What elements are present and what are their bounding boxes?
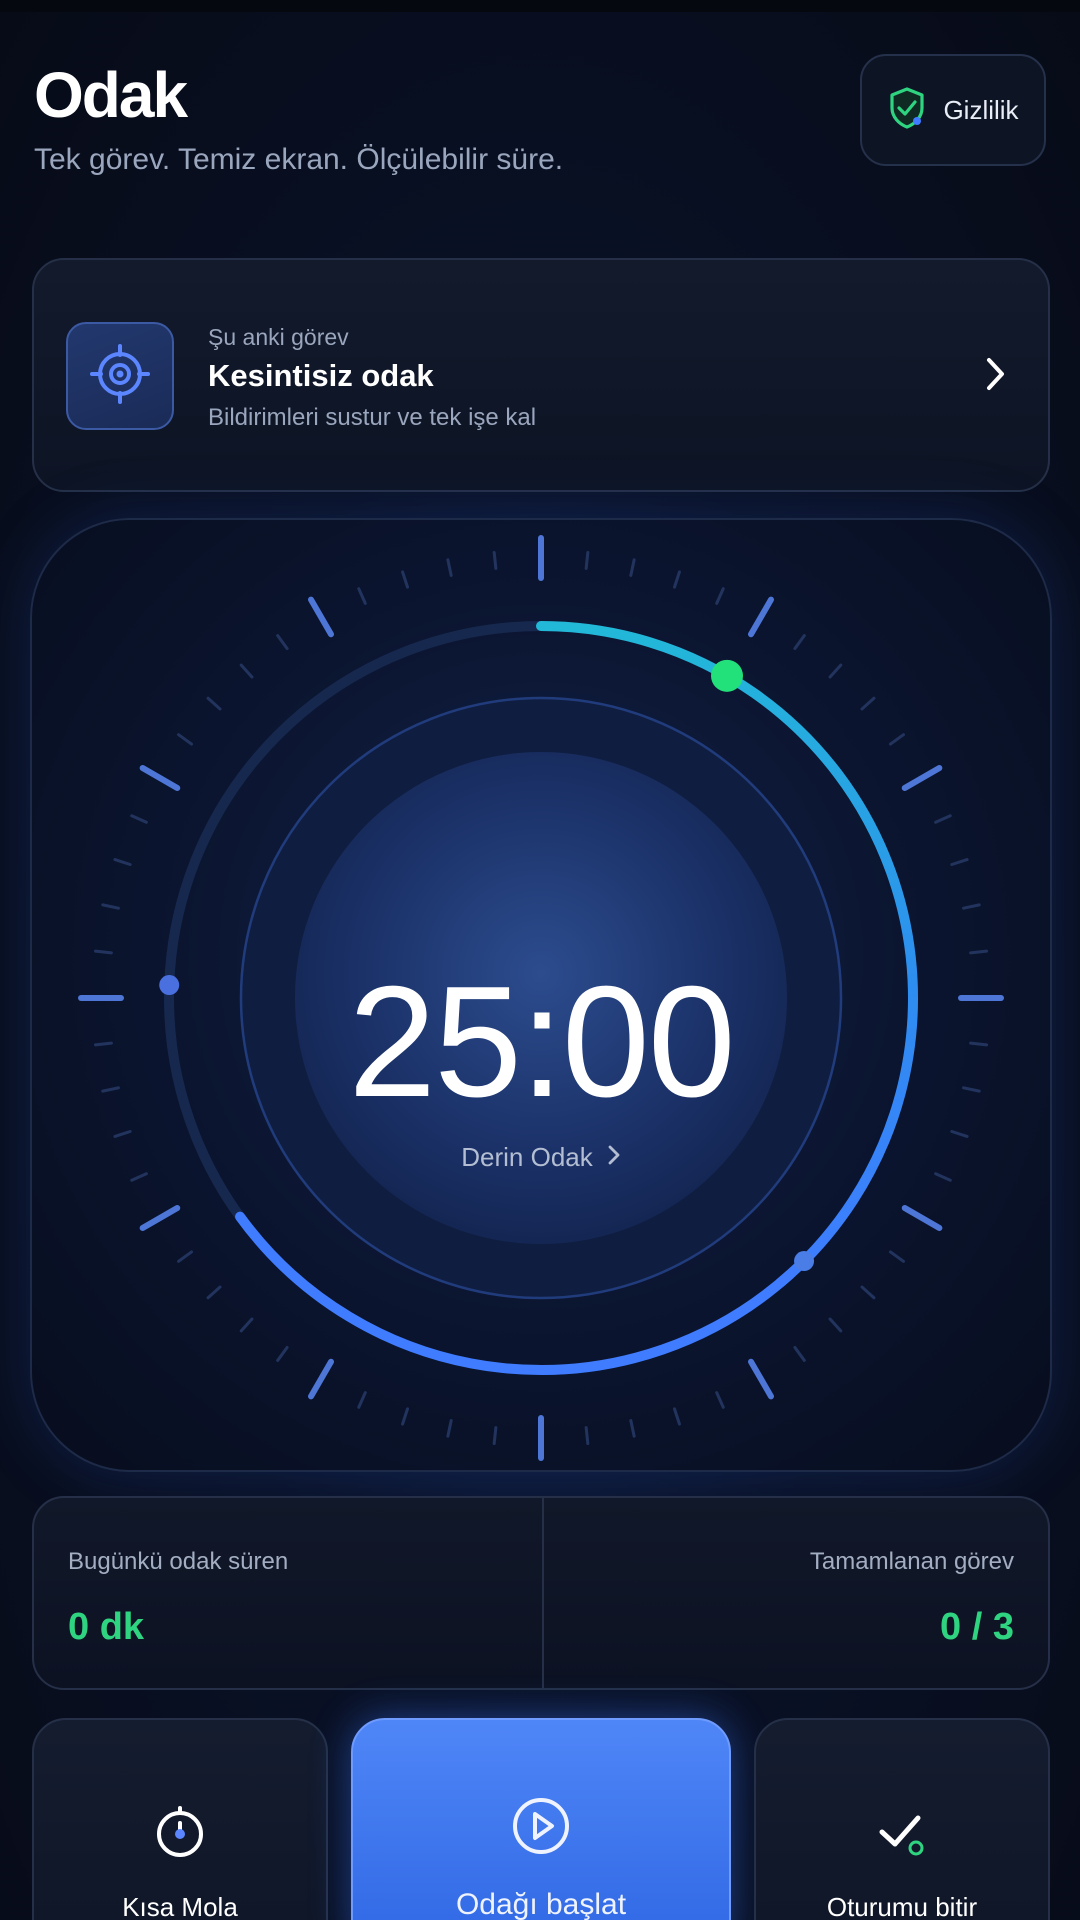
timer-value: 25:00 <box>348 954 735 1130</box>
status-bar <box>0 0 1080 12</box>
end-session-button[interactable]: Oturumu bitir <box>754 1718 1050 1920</box>
timer-card: 25:00 Derin Odak <box>30 518 1052 1472</box>
dial-tick-minor <box>239 663 254 679</box>
target-icon <box>88 342 152 411</box>
chevron-right-icon <box>984 354 1008 399</box>
play-icon <box>511 1796 571 1861</box>
completed-tasks-label: Tamamlanan görev <box>809 1548 1014 1575</box>
dial-tick-minor <box>239 1317 254 1333</box>
dial-tick-major <box>139 1205 181 1231</box>
dial-tick-minor <box>672 570 681 589</box>
timer-knob[interactable] <box>711 659 743 692</box>
dial-tick-major <box>308 1358 334 1400</box>
privacy-button[interactable]: Gizlilik <box>860 54 1046 166</box>
page-subtitle: Tek görev. Temiz ekran. Ölçülebilir süre… <box>34 143 564 176</box>
dial-tick-minor <box>276 634 289 651</box>
start-focus-label: Odağı başlat <box>455 1888 627 1920</box>
completed-tasks-value: 0 / 3 <box>940 1606 1014 1648</box>
dial-tick-minor <box>860 1285 876 1300</box>
dial-tick-minor <box>446 1419 453 1438</box>
dial-tick-major <box>748 1358 774 1400</box>
dial-tick-major <box>748 596 774 638</box>
dial-tick-minor <box>793 634 806 651</box>
dial-tick-major <box>901 1205 943 1231</box>
dial-tick-minor <box>113 858 132 867</box>
task-description: Bildirimleri sustur ve tek işe kal <box>208 404 537 431</box>
dial-tick-minor <box>950 1129 969 1138</box>
privacy-label: Gizlilik <box>943 94 1019 125</box>
dial-tick-minor <box>93 949 113 955</box>
mode-label: Derin Odak <box>461 1142 593 1172</box>
dial-tick-minor <box>950 858 969 867</box>
dial-tick-minor <box>276 1345 289 1362</box>
task-icon-container <box>66 322 174 430</box>
timer-knob-secondary <box>794 1251 815 1272</box>
task-eyebrow: Şu anki görev <box>208 324 349 350</box>
dial-tick-minor <box>629 1419 636 1438</box>
stats-card: Bugünkü odak süren 0 dk Tamamlanan görev… <box>32 1496 1050 1690</box>
dial-tick-major <box>308 596 334 638</box>
dial-tick-minor <box>130 1172 148 1182</box>
dial-tick-minor <box>888 1250 905 1263</box>
dial-tick-minor <box>828 663 843 679</box>
dial-tick-minor <box>584 1426 590 1446</box>
dial-tick-minor <box>715 587 725 605</box>
dial-tick-minor <box>629 558 636 577</box>
page-title: Odak <box>34 59 188 131</box>
short-break-button[interactable]: Kısa Mola <box>32 1718 328 1920</box>
check-icon <box>874 1804 930 1865</box>
dial-tick-minor <box>584 550 590 570</box>
current-task-card[interactable]: Şu anki görev Kesintisiz odak Bildirimle… <box>32 258 1050 492</box>
focus-time-value: 0 dk <box>68 1606 145 1648</box>
dial-tick-minor <box>828 1317 843 1333</box>
dial-tick-minor <box>888 733 905 746</box>
dial-tick-minor <box>177 733 194 746</box>
app-root: Odak Tek görev. Temiz ekran. Ölçülebilir… <box>0 0 1080 1920</box>
dial-tick-minor <box>401 1407 410 1426</box>
dial-tick-minor <box>101 903 120 910</box>
dial-tick-minor <box>492 1426 498 1446</box>
start-focus-button[interactable]: Odağı başlat <box>351 1718 731 1920</box>
dial-tick-minor <box>962 903 981 910</box>
dial-tick-minor <box>177 1250 194 1263</box>
dial-tick-minor <box>446 558 453 577</box>
shield-check-icon <box>887 86 927 135</box>
dial-tick-minor <box>934 1172 952 1182</box>
chevron-right-icon <box>607 1143 621 1172</box>
dial-tick-minor <box>130 814 148 824</box>
end-session-label: Oturumu bitir <box>826 1892 978 1920</box>
stats-divider <box>542 1498 544 1688</box>
dial-tick-minor <box>401 570 410 589</box>
dial-tick-minor <box>113 1129 132 1138</box>
dial-tick-minor <box>206 1285 222 1300</box>
dial-tick-minor <box>934 814 952 824</box>
dial-tick-minor <box>793 1345 806 1362</box>
dial-tick-minor <box>206 696 222 711</box>
dial-tick-minor <box>492 550 498 570</box>
dial-tick-major <box>139 765 181 791</box>
dial-tick-minor <box>860 696 876 711</box>
short-break-label: Kısa Mola <box>122 1892 238 1920</box>
task-title: Kesintisiz odak <box>208 358 434 393</box>
dial-tick-minor <box>357 587 367 605</box>
dial-tick-minor <box>715 1391 725 1409</box>
dial-tick-major <box>901 765 943 791</box>
dial-tick-minor <box>357 1391 367 1409</box>
dial-tick-minor <box>969 949 989 955</box>
stopwatch-icon <box>152 1804 208 1865</box>
dial-tick-minor <box>672 1407 681 1426</box>
focus-time-label: Bugünkü odak süren <box>68 1548 289 1575</box>
mode-selector[interactable]: Derin Odak <box>32 1142 1050 1173</box>
